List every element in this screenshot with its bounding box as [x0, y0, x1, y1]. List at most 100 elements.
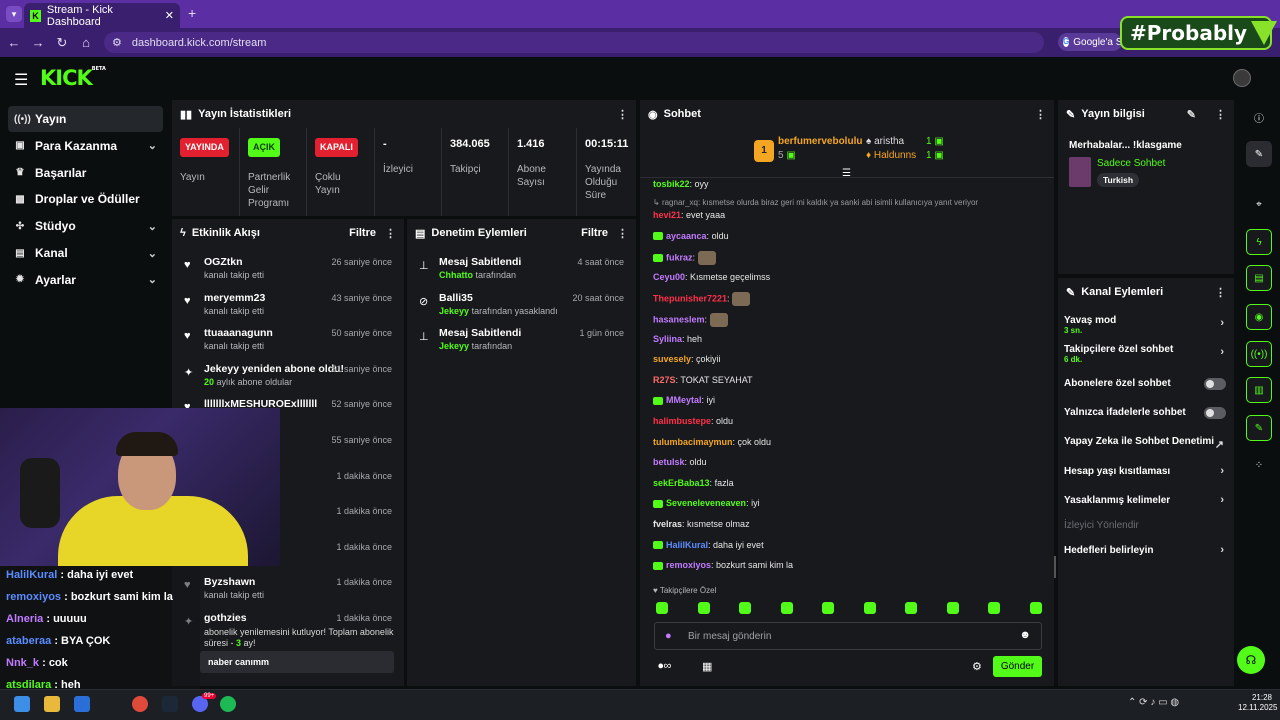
points-icon[interactable]: ⦁∞ — [658, 660, 671, 673]
chat-username[interactable]: fvelras — [653, 519, 682, 529]
chat-username[interactable]: suvesely — [653, 354, 691, 364]
file-explorer-icon[interactable] — [44, 696, 60, 712]
sidebar-item-5[interactable]: ▤ Kanal ⌄ — [8, 240, 163, 266]
quick-emote-icon[interactable] — [822, 602, 834, 614]
chat-username[interactable]: fukraz — [666, 253, 693, 263]
kick-logo[interactable]: KICKBETA — [40, 66, 106, 90]
chat-username[interactable]: hasaneslem — [653, 314, 705, 324]
rail-chat-icon[interactable]: ◉ — [1246, 304, 1272, 330]
activity-more-icon[interactable]: ⋮ — [385, 227, 396, 240]
chevron-right-icon[interactable]: › — [1220, 465, 1224, 477]
collapse-icon[interactable]: ☰ — [842, 168, 851, 179]
chat-username[interactable]: hevi21 — [653, 210, 681, 220]
rail-wrench-icon[interactable]: ✎ — [1246, 415, 1272, 441]
home-icon[interactable]: ⌂ — [74, 35, 98, 50]
chat-settings-icon[interactable]: ⚙ — [972, 660, 982, 673]
toggle-switch[interactable] — [1204, 378, 1226, 390]
chevron-down-icon[interactable]: ⌄ — [148, 139, 157, 152]
channel-action-0[interactable]: Yavaş mod 3 sn. › — [1064, 315, 1230, 335]
quick-emote-icon[interactable] — [739, 602, 751, 614]
quick-emote-icon[interactable] — [1029, 602, 1042, 614]
stats-more-icon[interactable]: ⋮ — [617, 108, 628, 121]
store-icon[interactable]: ▦ — [702, 660, 712, 673]
rail-doc-icon[interactable]: ▤ — [1246, 265, 1272, 291]
send-button[interactable]: Gönder — [993, 656, 1042, 677]
rail-layout-icon[interactable]: ▥ — [1246, 377, 1272, 403]
chat-username[interactable]: tulumbacimaymun — [653, 437, 733, 447]
channel-action-5[interactable]: Hesap yaşı kısıtlaması › — [1064, 465, 1230, 477]
sidebar-item-3[interactable]: ▩ Droplar ve Ödüller — [8, 186, 163, 212]
sidebar-item-2[interactable]: ♛ Başarılar — [8, 160, 163, 186]
chat-more-icon[interactable]: ⋮ — [1035, 108, 1046, 121]
quick-emote-icon[interactable] — [656, 602, 668, 614]
google-search-chip[interactable]: G Google'a S — [1058, 33, 1122, 51]
quick-emote-icon[interactable] — [780, 602, 793, 614]
channel-action-3[interactable]: Yalnızca ifadelerle sohbet — [1064, 407, 1230, 419]
rail-info-icon[interactable]: ⓘ — [1246, 104, 1272, 130]
mic-icon[interactable]: ● — [665, 630, 672, 642]
quick-emote-icon[interactable] — [697, 602, 710, 614]
quick-emote-icon[interactable] — [988, 602, 1000, 614]
quick-emote-icon[interactable] — [905, 602, 917, 614]
chat-username[interactable]: sekErBaba13 — [653, 478, 710, 488]
rail-pen-icon[interactable]: ✎ — [1246, 141, 1272, 167]
steam-icon[interactable] — [162, 696, 178, 712]
chat-username[interactable]: halimbustepe — [653, 416, 711, 426]
chevron-right-icon[interactable]: › — [1220, 317, 1224, 329]
external-link-icon[interactable]: ↗ — [1215, 438, 1224, 451]
back-icon[interactable]: ← — [2, 35, 26, 50]
channel-actions-more-icon[interactable]: ⋮ — [1215, 286, 1226, 299]
chevron-down-icon[interactable]: ⌄ — [148, 247, 157, 260]
toggle-switch[interactable] — [1204, 407, 1226, 419]
chat-username[interactable]: MMeytal — [666, 395, 702, 405]
rail-bolt-icon[interactable]: ϟ — [1246, 229, 1272, 255]
support-icon[interactable]: ☊ — [1237, 646, 1265, 674]
menu-icon[interactable]: ☰ — [14, 70, 28, 90]
browser-tab[interactable]: K Stream - Kick Dashboard ✕ — [24, 3, 180, 28]
tray-icons[interactable]: ⌃ ⟳ ♪ ▭ ◍ — [1128, 697, 1179, 708]
edit-icon[interactable]: ✎ — [1187, 108, 1196, 121]
chat-username[interactable]: HalilKural — [666, 540, 708, 550]
channel-action-6[interactable]: Yasaklanmış kelimeler › — [1064, 494, 1230, 506]
channel-action-4[interactable]: Yapay Zeka ile Sohbet Denetimi ↗ — [1064, 436, 1230, 451]
category-link[interactable]: Sadece Sohbet — [1097, 158, 1165, 169]
rail-target-icon[interactable]: ⌖ — [1246, 191, 1272, 217]
stream-info-more-icon[interactable]: ⋮ — [1215, 108, 1226, 121]
chat-username[interactable]: R27S — [653, 375, 676, 385]
url-field[interactable]: ⚙ dashboard.kick.com/stream — [104, 32, 1044, 53]
moderation-filter-button[interactable]: Filtre — [581, 227, 608, 239]
taskbar-clock[interactable]: 21:28 12.11.2025 — [1238, 693, 1277, 713]
chat-username[interactable]: Seveneleveneaven — [666, 498, 746, 508]
chevron-right-icon[interactable]: › — [1220, 494, 1224, 506]
chat-username[interactable]: remoxiyos — [666, 560, 711, 570]
channel-action-2[interactable]: Abonelere özel sohbet — [1064, 378, 1230, 390]
rail-dots-icon[interactable]: ⁘ — [1246, 452, 1272, 478]
chat-username[interactable]: aycaanca — [666, 231, 707, 241]
chevron-right-icon[interactable]: › — [1220, 544, 1224, 556]
outlook-icon[interactable] — [74, 696, 90, 712]
moderation-more-icon[interactable]: ⋮ — [617, 227, 628, 240]
chevron-right-icon[interactable]: › — [1220, 346, 1224, 358]
sidebar-item-1[interactable]: ▣ Para Kazanma ⌄ — [8, 133, 163, 159]
user-avatar[interactable] — [1233, 69, 1251, 87]
chat-username[interactable]: Ceyu00 — [653, 272, 685, 282]
channel-action-1[interactable]: Takipçilere özel sohbet 6 dk. › — [1064, 344, 1230, 364]
chevron-down-icon[interactable]: ⌄ — [148, 273, 157, 286]
sidebar-item-4[interactable]: ✣ Stüdyo ⌄ — [8, 213, 163, 239]
activity-filter-button[interactable]: Filtre — [349, 227, 376, 239]
chat-username[interactable]: betulsk — [653, 457, 685, 467]
rail-broadcast-icon[interactable]: ((•)) — [1246, 341, 1272, 367]
chat-input[interactable]: ● Bir mesaj gönderin ☻ — [654, 622, 1042, 650]
quick-emote-icon[interactable] — [863, 602, 876, 614]
sidebar-item-6[interactable]: ✹ Ayarlar ⌄ — [8, 267, 163, 293]
start-icon[interactable] — [14, 696, 30, 712]
tab-search-icon[interactable]: ▾ — [6, 6, 22, 22]
chat-username[interactable]: Thepunisher7221 — [653, 294, 727, 304]
chat-scrollbar[interactable] — [1054, 556, 1056, 578]
sidebar-item-0[interactable]: ((•)) Yayın — [8, 106, 163, 132]
close-tab-icon[interactable]: ✕ — [165, 9, 174, 22]
spotify-icon[interactable] — [220, 696, 236, 712]
site-info-icon[interactable]: ⚙ — [112, 36, 122, 49]
quick-emote-icon[interactable] — [946, 602, 959, 614]
reload-icon[interactable]: ↻ — [50, 35, 74, 51]
